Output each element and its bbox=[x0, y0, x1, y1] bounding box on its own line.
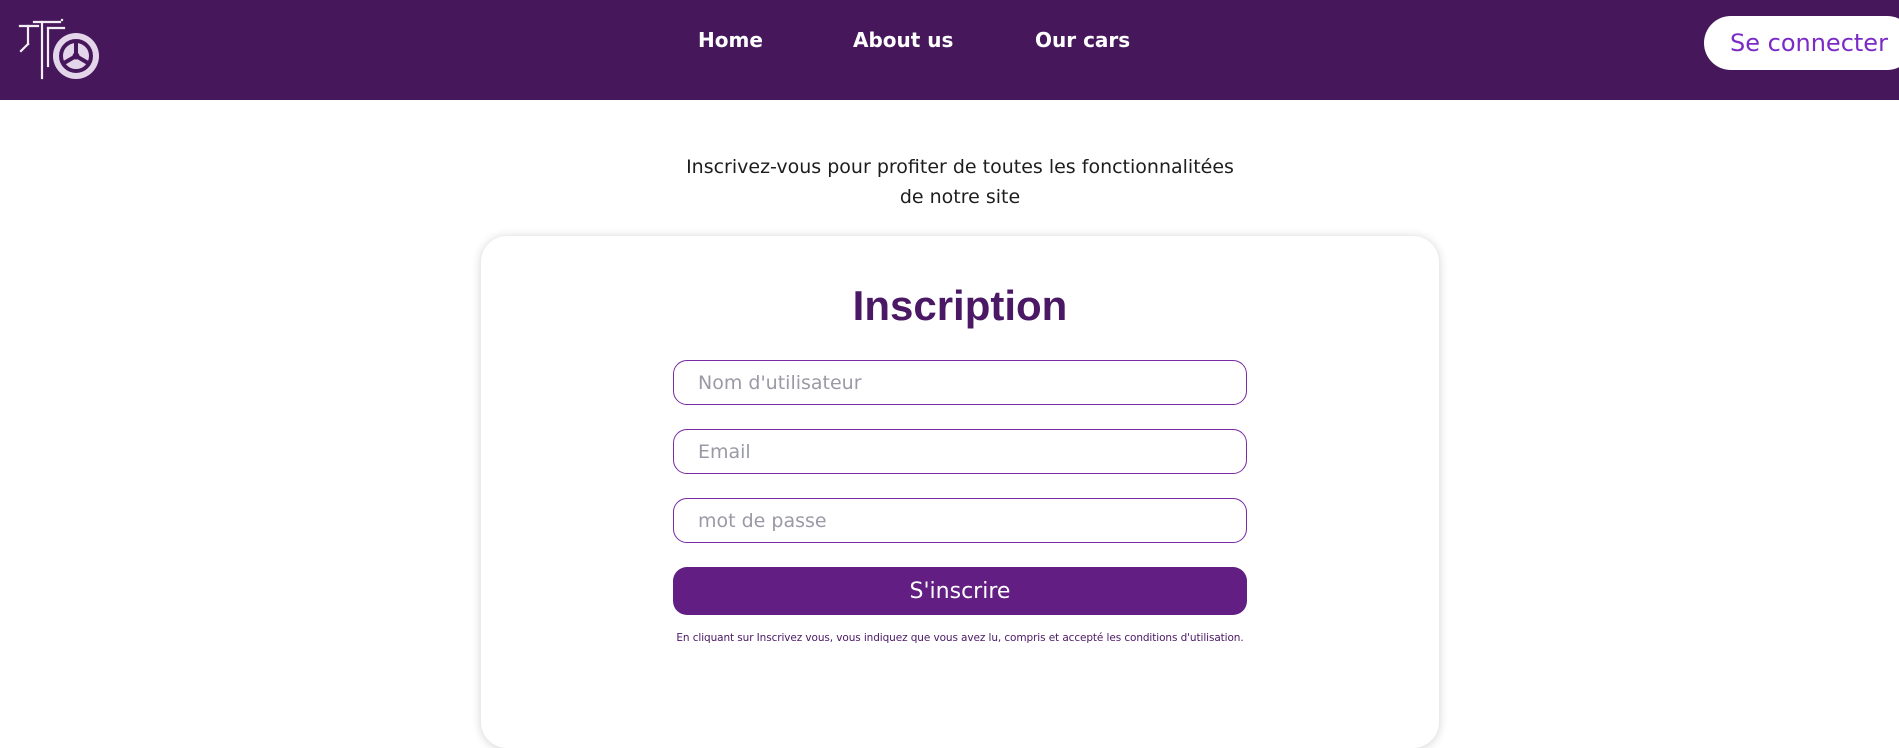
terms-notice: En cliquant sur Inscrivez vous, vous ind… bbox=[676, 632, 1244, 644]
intro-line-1: Inscrivez-vous pour profiter de toutes l… bbox=[686, 156, 1234, 178]
nav-our-cars[interactable]: Our cars bbox=[1035, 28, 1130, 52]
nav-home[interactable]: Home bbox=[698, 28, 763, 52]
login-button[interactable]: Se connecter bbox=[1704, 16, 1899, 70]
signup-card: Inscription S'inscrire En cliquant sur I… bbox=[481, 236, 1439, 748]
password-input[interactable] bbox=[673, 498, 1247, 543]
signup-intro: Inscrivez-vous pour profiter de toutes l… bbox=[680, 152, 1240, 212]
wheel-logo-icon[interactable] bbox=[18, 18, 102, 82]
top-navbar: Home About us Our cars Se connecter bbox=[0, 0, 1899, 100]
nav-about-us[interactable]: About us bbox=[853, 28, 953, 52]
intro-line-2: de notre site bbox=[899, 186, 1021, 208]
page-title: Inscription bbox=[852, 282, 1068, 329]
username-input[interactable] bbox=[673, 360, 1247, 405]
email-input[interactable] bbox=[673, 429, 1247, 474]
signup-button[interactable]: S'inscrire bbox=[673, 567, 1247, 615]
